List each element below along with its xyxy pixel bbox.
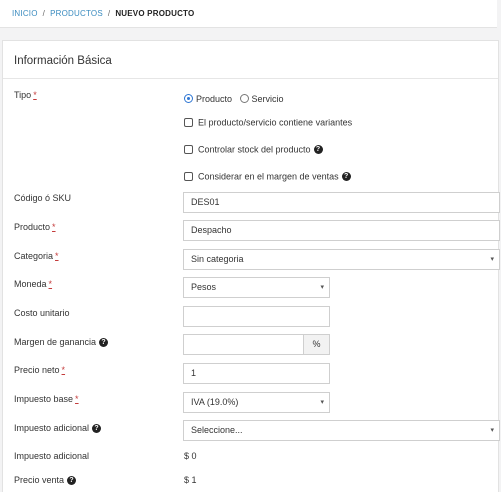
question-circle-icon[interactable]: ? bbox=[67, 476, 77, 486]
caret-down-icon: ▾ bbox=[320, 399, 324, 406]
question-circle-icon[interactable]: ? bbox=[313, 145, 323, 155]
required-mark: * bbox=[52, 222, 56, 232]
moneda-select[interactable]: Pesos ▾ bbox=[183, 277, 330, 298]
percent-addon: % bbox=[303, 334, 330, 355]
required-mark: * bbox=[61, 365, 66, 375]
impuesto-adicional-total-value: $ 0 bbox=[184, 451, 197, 461]
costo-unitario-input[interactable] bbox=[183, 306, 330, 327]
impuesto-adicional-select-value: Seleccione... bbox=[191, 425, 243, 435]
moneda-select-value: Pesos bbox=[191, 282, 217, 292]
required-mark: * bbox=[55, 251, 59, 261]
margen-ganancia-input[interactable] bbox=[183, 334, 304, 355]
caret-down-icon: ▾ bbox=[490, 256, 494, 263]
breadcrumb-separator: / bbox=[42, 9, 46, 18]
caret-down-icon: ▾ bbox=[320, 284, 324, 291]
required-mark: * bbox=[75, 394, 79, 404]
categoria-select-value: Sin categoria bbox=[191, 254, 244, 264]
required-mark: * bbox=[33, 90, 37, 100]
impuesto-adicional-select[interactable]: Seleccione... ▾ bbox=[183, 420, 500, 441]
precio-venta-value: $ 1 bbox=[184, 475, 197, 485]
checkbox-stock-label[interactable]: Controlar stock del producto bbox=[198, 145, 311, 155]
checkbox-margen-ventas-label[interactable]: Considerar en el margen de ventas bbox=[198, 172, 339, 182]
caret-down-icon: ▾ bbox=[490, 427, 494, 434]
checkbox-variantes-row[interactable]: El producto/servicio contiene variantes bbox=[184, 117, 352, 128]
categoria-select[interactable]: Sin categoria ▾ bbox=[183, 249, 500, 270]
panel-title: Información Básica bbox=[14, 55, 112, 67]
producto-label: Producto * bbox=[14, 222, 56, 232]
sku-label: Código ó SKU bbox=[14, 193, 72, 203]
breadcrumb: INICIO / PRODUCTOS / NUEVO PRODUCTO bbox=[0, 0, 497, 28]
impuesto-adicional-label: Impuesto adicional? bbox=[14, 423, 102, 434]
precio-venta-label: Precio venta? bbox=[14, 475, 77, 486]
breadcrumb-current: NUEVO PRODUCTO bbox=[115, 9, 195, 18]
precio-neto-label: Precio neto * bbox=[14, 365, 66, 375]
tipo-radio-group: Producto Servicio bbox=[184, 93, 289, 104]
impuesto-base-select-value: IVA (19.0%) bbox=[191, 397, 239, 407]
producto-input[interactable]: Despacho bbox=[183, 220, 500, 241]
radio-producto-label[interactable]: Producto bbox=[196, 94, 232, 104]
breadcrumb-link-inicio[interactable]: INICIO bbox=[12, 9, 38, 18]
panel-divider bbox=[3, 78, 498, 79]
question-circle-icon[interactable]: ? bbox=[341, 172, 351, 182]
checkbox-variantes-label[interactable]: El producto/servicio contiene variantes bbox=[198, 118, 352, 128]
impuesto-base-label: Impuesto base * bbox=[14, 394, 79, 404]
precio-neto-input[interactable]: 1 bbox=[183, 363, 330, 384]
radio-servicio-label[interactable]: Servicio bbox=[252, 94, 284, 104]
checkbox-stock[interactable] bbox=[184, 145, 193, 155]
required-mark: * bbox=[48, 279, 53, 289]
sku-input[interactable]: DES01 bbox=[183, 192, 500, 213]
checkbox-variantes[interactable] bbox=[184, 118, 193, 128]
categoria-label: Categoria * bbox=[14, 251, 59, 261]
impuesto-base-select[interactable]: IVA (19.0%) ▾ bbox=[183, 392, 330, 413]
radio-producto[interactable] bbox=[184, 94, 193, 104]
question-circle-icon[interactable]: ? bbox=[92, 424, 102, 434]
breadcrumb-link-productos[interactable]: PRODUCTOS bbox=[50, 9, 103, 18]
radio-servicio[interactable] bbox=[239, 94, 249, 104]
basic-info-panel: Información Básica Tipo * Producto Servic… bbox=[2, 40, 500, 492]
checkbox-margen-ventas[interactable] bbox=[184, 172, 193, 182]
costo-unitario-label: Costo unitario bbox=[14, 308, 70, 318]
checkbox-stock-row[interactable]: Controlar stock del producto? bbox=[184, 144, 323, 155]
margen-ganancia-label: Margen de ganancia? bbox=[14, 337, 109, 348]
checkbox-margen-ventas-row[interactable]: Considerar en el margen de ventas? bbox=[184, 171, 351, 182]
question-circle-icon[interactable]: ? bbox=[99, 338, 109, 348]
moneda-label: Moneda * bbox=[14, 279, 53, 289]
impuesto-adicional-total-label: Impuesto adicional bbox=[14, 451, 90, 461]
breadcrumb-separator: / bbox=[107, 9, 111, 18]
tipo-label: Tipo * bbox=[14, 90, 37, 100]
